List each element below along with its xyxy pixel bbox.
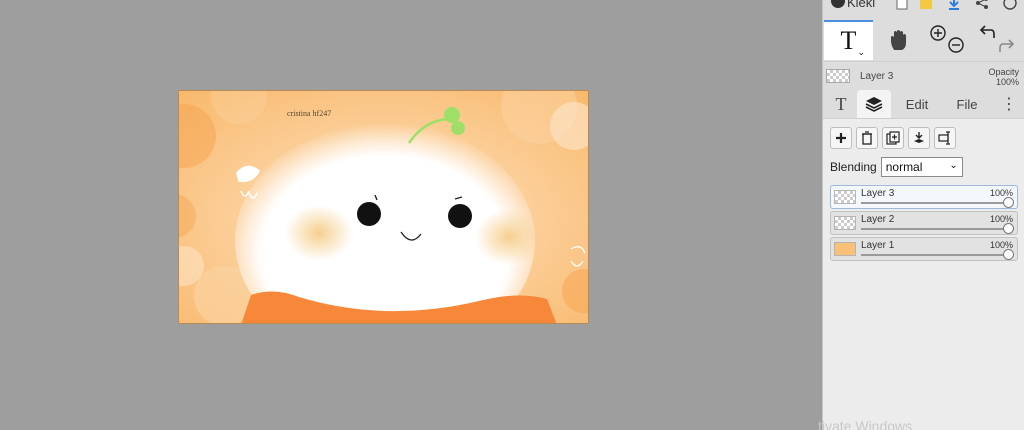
signature-text: cristina hf247 — [287, 109, 332, 118]
active-layer-info: Layer 3 Opacity 100% — [823, 63, 1024, 89]
duplicate-layer-button[interactable] — [882, 127, 904, 149]
sidebar: Kleki T ⌄ Layer 3 Opacity 100% T Edit Fi… — [822, 0, 1024, 430]
redo-icon[interactable] — [997, 38, 1015, 54]
layer-row-1[interactable]: Layer 1 100% — [830, 237, 1018, 261]
tool-row: T ⌄ — [823, 18, 1024, 62]
opacity-label: Opacity — [988, 67, 1019, 77]
activation-watermark: tivate Windows — [818, 418, 913, 430]
layer-row-3[interactable]: Layer 3 100% — [830, 185, 1018, 209]
title-bar: Kleki — [823, 0, 1024, 16]
layer-name: Layer 3 — [861, 188, 895, 199]
workspace[interactable]: cristina hf247 — [0, 0, 822, 430]
active-layer-name: Layer 3 — [860, 71, 894, 82]
duplicate-icon — [886, 131, 900, 145]
add-layer-button[interactable] — [830, 127, 852, 149]
layer-name: Layer 1 — [861, 240, 895, 251]
layer-opacity-slider[interactable] — [861, 228, 1007, 230]
trash-icon — [862, 131, 872, 145]
layers-icon — [865, 97, 883, 112]
layer-thumbnail — [834, 242, 856, 256]
text-tool-icon: T — [840, 26, 857, 55]
app-title: Kleki — [847, 0, 876, 10]
layer-name: Layer 2 — [861, 214, 895, 225]
rename-icon — [938, 131, 950, 145]
history-controls — [977, 22, 1019, 58]
chevron-down-icon[interactable]: ⌄ — [857, 47, 865, 58]
more-menu-icon[interactable]: ⋮ — [999, 90, 1019, 118]
layer-thumbnail — [834, 216, 856, 230]
layer-row-2[interactable]: Layer 2 100% — [830, 211, 1018, 235]
panel-tabs: T Edit File ⋮ — [823, 90, 1024, 118]
layer-list: Layer 3 100% Layer 2 100% Layer 1 100% — [830, 185, 1018, 263]
blending-row: Blending normal ⌄ — [830, 157, 963, 177]
layer-opacity-slider[interactable] — [861, 202, 1007, 204]
zoom-in-icon[interactable] — [929, 24, 947, 42]
opacity-readout: Opacity 100% — [988, 67, 1019, 87]
info-icon[interactable] — [1003, 0, 1017, 10]
blending-select[interactable]: normal ⌄ — [880, 157, 963, 177]
text-tool-button[interactable]: T ⌄ — [824, 20, 873, 60]
zoom-controls — [927, 22, 969, 58]
plus-icon — [836, 133, 846, 143]
new-image-icon[interactable] — [895, 0, 909, 10]
merge-down-button[interactable] — [908, 127, 930, 149]
layer-opacity-slider[interactable] — [861, 254, 1007, 256]
tab-layers[interactable] — [857, 90, 891, 118]
merge-down-icon — [914, 132, 924, 143]
tab-text[interactable]: T — [827, 90, 855, 118]
delete-layer-button[interactable] — [856, 127, 878, 149]
active-layer-thumbnail — [826, 69, 850, 83]
kleki-logo-icon — [831, 0, 845, 8]
slider-handle[interactable] — [1003, 197, 1014, 208]
tab-edit[interactable]: Edit — [897, 90, 937, 118]
layer-thumbnail — [834, 190, 856, 204]
zoom-out-icon[interactable] — [947, 36, 965, 54]
blending-value: normal — [885, 160, 923, 174]
layer-actions — [830, 127, 956, 149]
slider-handle[interactable] — [1003, 249, 1014, 260]
folder-icon[interactable] — [919, 0, 933, 10]
chevron-down-icon: ⌄ — [949, 160, 958, 171]
layers-panel: Blending normal ⌄ Layer 3 100% Layer 2 1… — [823, 118, 1024, 430]
share-icon[interactable] — [975, 0, 989, 10]
slider-handle[interactable] — [1003, 223, 1014, 234]
hand-tool-button[interactable] — [879, 20, 919, 60]
rename-layer-button[interactable] — [934, 127, 956, 149]
blending-label: Blending — [830, 160, 877, 174]
artwork — [179, 91, 588, 323]
hand-icon — [891, 30, 906, 50]
opacity-value: 100% — [995, 77, 1019, 87]
undo-icon[interactable] — [979, 24, 997, 40]
drawing-canvas[interactable]: cristina hf247 — [178, 90, 589, 324]
download-icon[interactable] — [947, 0, 961, 10]
tab-file[interactable]: File — [947, 90, 987, 118]
